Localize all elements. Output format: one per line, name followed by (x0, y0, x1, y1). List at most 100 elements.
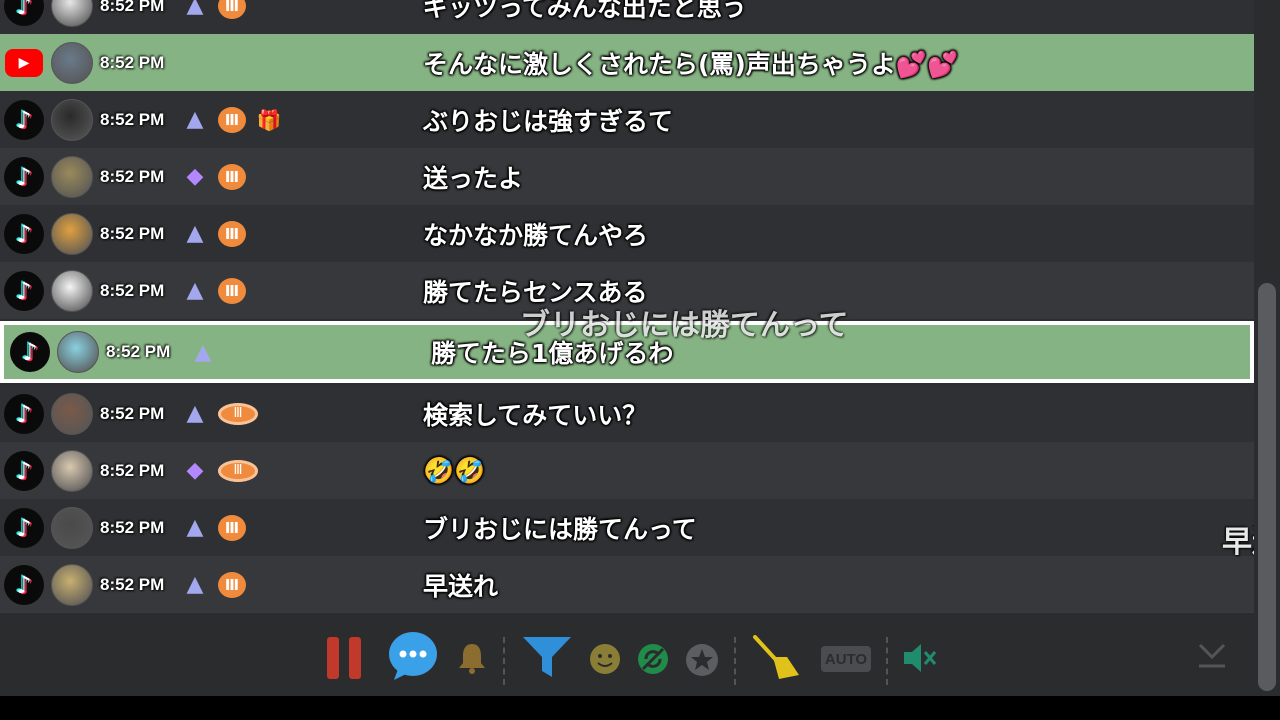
emoji-button[interactable] (589, 643, 621, 675)
avatar[interactable] (51, 212, 93, 255)
message-text: 検索してみていい？ (423, 400, 648, 430)
sync-icon (638, 644, 668, 674)
avatar[interactable] (51, 0, 93, 27)
filter-button[interactable] (521, 635, 573, 679)
mute-button[interactable] (902, 641, 938, 675)
tiktok-icon: ♪ (4, 564, 44, 605)
fan-heart-icon: Ⅲ (218, 220, 246, 247)
avatar[interactable] (51, 269, 93, 312)
scroll-to-bottom-button[interactable] (1196, 641, 1228, 671)
tiktok-icon: ♪ (4, 450, 44, 491)
badge-list: ▲ Ⅲ (182, 401, 258, 427)
badge-list: ▲ Ⅲ (182, 220, 246, 247)
avatar[interactable] (51, 98, 93, 141)
fan-heart-icon: Ⅲ (218, 106, 246, 133)
level-triangle-icon: ▲ (186, 515, 204, 540)
message-time: 8:52 PM (100, 280, 165, 300)
star-button[interactable] (685, 643, 719, 677)
scrollbar-thumb[interactable] (1258, 283, 1276, 691)
message-text: 早送れ (423, 571, 499, 601)
message-time: 8:52 PM (106, 342, 171, 361)
chat-message-row[interactable]: ▶ 8:52 PM そんなに激しくされたら(罵)声出ちゃうよ💕💕 (0, 34, 1254, 91)
avatar[interactable] (51, 155, 93, 198)
badge-list: ◆ Ⅲ (182, 163, 246, 190)
tiktok-icon: ♪ (4, 507, 44, 548)
tiktok-icon: ♪ (4, 99, 44, 140)
fan-ring-icon: Ⅲ (218, 459, 258, 482)
message-text: ぶりおじは強すぎるて (423, 106, 674, 136)
tiktok-icon: ♪ (4, 0, 44, 26)
chat-window: ♪ 8:52 PM ▲ Ⅲ ギッツってみんな出たと思う ▶ 8:52 PM そんなに激しくされ… (0, 0, 1280, 696)
fan-heart-icon: Ⅲ (218, 0, 246, 19)
gem-icon: ◆ (186, 164, 204, 189)
badge-list: ▲ (190, 339, 216, 365)
gem-icon: ◆ (186, 458, 204, 483)
message-time: 8:52 PM (100, 460, 165, 480)
chat-message-row[interactable]: ♪ 8:52 PM ▲ Ⅲ ギッツってみんな出たと思う (0, 0, 1254, 34)
bell-icon (459, 644, 485, 674)
mute-icon (904, 644, 937, 672)
youtube-icon: ▶ (5, 48, 43, 77)
badge-list: ▲ Ⅲ (182, 0, 246, 19)
chat-message-row[interactable]: ♪ 8:52 PM ▲ Ⅲ 検索してみていい？ (0, 385, 1254, 442)
auto-icon: AUTO (824, 650, 868, 668)
scroll-down-icon (1198, 643, 1226, 668)
badge-list: ▲ Ⅲ 🎁 (182, 106, 282, 133)
tiktok-icon: ♪ (4, 213, 44, 254)
sync-button[interactable] (637, 643, 669, 675)
message-time: 8:52 PM (100, 0, 165, 15)
tiktok-icon: ♪ (10, 332, 50, 372)
chat-message-row[interactable]: ♪ 8:52 PM ▲ Ⅲ なかなか勝てんやろ (0, 205, 1254, 262)
chat-message-row[interactable]: ♪ 8:52 PM ◆ Ⅲ 送ったよ (0, 148, 1254, 205)
clear-button[interactable] (751, 635, 801, 681)
level-triangle-icon: ▲ (186, 401, 204, 426)
star-icon (686, 644, 718, 676)
level-triangle-icon: ▲ (186, 0, 204, 18)
message-text: 送ったよ (423, 163, 524, 193)
level-triangle-icon: ▲ (186, 221, 204, 246)
emoji-icon (590, 644, 620, 674)
badge-list: ◆ Ⅲ (182, 458, 258, 484)
tiktok-icon: ♪ (4, 156, 44, 197)
tiktok-icon: ♪ (4, 393, 44, 434)
chat-message-row[interactable]: ♪ 8:52 PM ▲ Ⅲ 🎁 ぶりおじは強すぎるて (0, 91, 1254, 148)
message-text: ブリおじには勝てんって (423, 514, 697, 544)
fan-heart-icon: Ⅲ (218, 163, 246, 190)
badge-list: ▲ Ⅲ (182, 277, 246, 304)
level-triangle-icon: ▲ (186, 572, 204, 597)
fan-ring-icon: Ⅲ (218, 402, 258, 425)
toolbar-separator (734, 637, 736, 685)
gift-icon: 🎁 (256, 107, 282, 132)
level-triangle-icon: ▲ (186, 107, 204, 132)
overlay-caption: ブリおじには勝てんって (520, 308, 849, 343)
avatar[interactable] (51, 41, 93, 84)
toolbar-separator (886, 637, 888, 685)
level-triangle-icon: ▲ (194, 339, 212, 365)
avatar[interactable] (51, 449, 93, 492)
chat-button[interactable] (388, 631, 440, 681)
pause-button[interactable] (325, 637, 363, 679)
message-time: 8:52 PM (100, 109, 165, 129)
level-triangle-icon: ▲ (186, 278, 204, 303)
avatar[interactable] (57, 331, 99, 373)
message-time: 8:52 PM (100, 517, 165, 537)
chat-bubble-icon (389, 632, 437, 680)
toolbar-separator (503, 637, 505, 685)
message-time: 8:52 PM (100, 166, 165, 186)
badge-list: ▲ Ⅲ (182, 514, 246, 541)
message-time: 8:52 PM (100, 52, 165, 72)
message-text: ギッツってみんな出たと思う (423, 0, 747, 22)
bottom-bar (0, 696, 1280, 720)
message-time: 8:52 PM (100, 403, 165, 423)
chat-message-row[interactable]: ♪ 8:52 PM ▲ Ⅲ 早送れ (0, 556, 1254, 613)
avatar[interactable] (51, 506, 93, 549)
avatar[interactable] (51, 392, 93, 435)
notification-button[interactable] (456, 641, 488, 675)
chat-message-row[interactable]: ♪ 8:52 PM ◆ Ⅲ 🤣🤣 (0, 442, 1254, 499)
message-time: 8:52 PM (100, 574, 165, 594)
pause-icon (327, 637, 361, 679)
chat-message-row[interactable]: ♪ 8:52 PM ▲ Ⅲ ブリおじには勝てんって (0, 499, 1254, 556)
auto-button[interactable]: AUTO (821, 646, 871, 672)
fan-heart-icon: Ⅲ (218, 277, 246, 304)
avatar[interactable] (51, 563, 93, 606)
